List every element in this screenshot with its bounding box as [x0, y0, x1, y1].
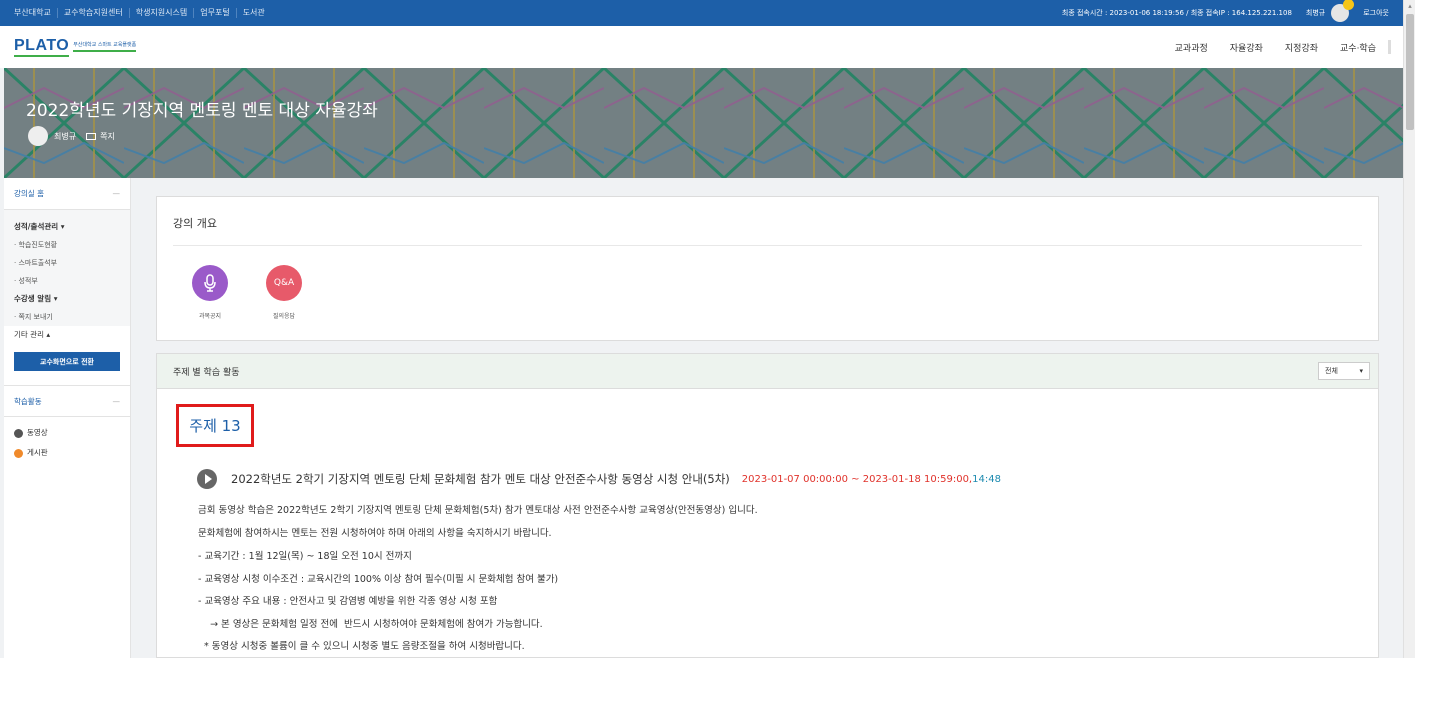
nav-menu-toggle[interactable]	[1388, 40, 1391, 54]
sidebar-group-etc[interactable]: 기타 관리 ▴	[4, 326, 130, 344]
sidebar-item-send-message[interactable]: · 쪽지 보내기	[4, 308, 130, 326]
nav-curriculum[interactable]: 교과과정	[1175, 41, 1208, 54]
description-line: * 동영상 시청중 볼륨이 클 수 있으니 시청중 별도 음량조절을 하여 시청…	[204, 641, 525, 652]
video-activity[interactable]: 2022학년도 2학기 기장지역 멘토링 단체 문화체험 참가 멘토 대상 안전…	[197, 469, 1001, 489]
activity-period: 2023-01-07 00:00:00 ~ 2023-01-18 10:59:0…	[741, 473, 973, 485]
sidebar-item-gradebook[interactable]: · 성적부	[4, 272, 130, 290]
activity-video[interactable]: 동영상	[4, 423, 130, 443]
divider	[173, 245, 1362, 246]
message-link[interactable]: 쪽지	[86, 131, 115, 142]
logo-mark: PLATO	[14, 37, 70, 57]
weekly-title: 주제 별 학습 활동	[173, 367, 240, 378]
nav-assigned-courses[interactable]: 지정강좌	[1285, 41, 1318, 54]
weekly-header: 주제 별 학습 활동 전체 ▾	[157, 354, 1378, 389]
chevron-down-icon: ▾	[1359, 367, 1363, 375]
notice-board-link[interactable]: 과목공지	[180, 265, 240, 320]
activity-board[interactable]: 게시판	[4, 443, 130, 463]
activity-duration: 14:48	[972, 473, 1001, 485]
description-line: - 교육기간 : 1월 12일(목) ~ 18일 오전 10시 전까지	[198, 551, 412, 562]
sidebar-item-attendance[interactable]: · 스마트출석부	[4, 254, 130, 272]
user-name[interactable]: 최병규	[1306, 8, 1325, 18]
play-icon	[197, 469, 217, 489]
filter-value: 전체	[1325, 367, 1338, 375]
scrollbar-thumb[interactable]	[1406, 14, 1414, 130]
sidebar-activities-label: 학습활동	[14, 396, 42, 406]
avatar[interactable]	[1331, 0, 1355, 22]
sidebar-home[interactable]: 강의실 홈 —	[4, 178, 130, 210]
vertical-scrollbar[interactable]: ▴	[1403, 0, 1415, 658]
instructor-name[interactable]: 최병규	[54, 131, 76, 142]
board-icon	[14, 448, 23, 458]
last-login-info: 최종 접속시간 : 2023-01-06 18:19:56 / 최종 접속IP …	[1061, 9, 1292, 17]
video-icon	[14, 428, 23, 438]
qna-icon: Q&A	[266, 265, 302, 301]
overview-title: 강의 개요	[173, 217, 217, 230]
description-line: 금회 동영상 학습은 2022학년도 2학기 기장지역 멘토링 단체 문화체험(…	[198, 505, 758, 516]
logo-subtitle: 부산대학교 스마트 교육플랫폼	[73, 42, 137, 52]
course-title: 2022학년도 기장지역 멘토링 멘토 대상 자율강좌	[26, 101, 378, 121]
course-sidebar: 강의실 홈 — 성적/출석관리 ▾ · 학습진도현황 · 스마트출석부 · 성적…	[4, 178, 131, 658]
description-line: → 본 영상은 문화체험 일정 전에 반드시 시청하여야 문화체험에 참여가 가…	[198, 619, 543, 630]
nav-open-courses[interactable]: 자율강좌	[1230, 41, 1263, 54]
main-nav: PLATO 부산대학교 스마트 교육플랫폼 교과과정 자율강좌 지정강좌 교수·…	[0, 26, 1403, 68]
utility-bar: 부산대학교 교수학습지원센터 학생지원시스템 업무포털 도서관 최종 접속시간 …	[0, 0, 1403, 26]
topic-heading[interactable]: 주제 13	[176, 404, 254, 447]
description-line: - 교육영상 주요 내용 : 안전사고 및 감염병 예방을 위한 각종 영상 시…	[198, 596, 498, 607]
instructor-avatar	[28, 126, 48, 146]
link-pnu[interactable]: 부산대학교	[8, 8, 58, 18]
sidebar-home-label: 강의실 홈	[14, 189, 44, 198]
link-ctl[interactable]: 교수학습지원센터	[58, 8, 130, 18]
utility-links: 부산대학교 교수학습지원센터 학생지원시스템 업무포털 도서관	[0, 8, 271, 18]
envelope-icon	[86, 132, 97, 140]
nav-teaching-learning[interactable]: 교수·학습	[1340, 41, 1376, 54]
activity-video-label: 동영상	[27, 428, 48, 437]
description-line: - 교육영상 시청 이수조건 : 교육시간의 100% 이상 참여 필수(미필 …	[198, 574, 559, 585]
scroll-up-icon[interactable]: ▴	[1404, 0, 1416, 12]
link-portal[interactable]: 업무포털	[194, 8, 237, 18]
collapse-icon[interactable]: —	[113, 189, 121, 198]
link-library[interactable]: 도서관	[237, 8, 271, 18]
collapse-icon[interactable]: —	[113, 397, 121, 406]
logout-link[interactable]: 로그아웃	[1363, 8, 1389, 18]
notification-badge	[1343, 0, 1355, 10]
microphone-icon	[192, 265, 228, 301]
topic-filter-select[interactable]: 전체 ▾	[1318, 362, 1370, 380]
description-line: 문화체험에 참여하시는 멘토는 전원 시청하여야 하며 아래의 사항을 숙지하시…	[198, 528, 552, 539]
notice-label: 과목공지	[198, 313, 222, 320]
sidebar-activities-head[interactable]: 학습활동 —	[4, 385, 130, 417]
link-student-system[interactable]: 학생지원시스템	[130, 8, 195, 18]
course-overview: 강의 개요 과목공지 Q&A 질의응답	[156, 196, 1379, 341]
plato-logo[interactable]: PLATO 부산대학교 스마트 교육플랫폼	[14, 37, 137, 57]
instructor-info: 최병규 쪽지	[28, 126, 115, 146]
activity-title[interactable]: 2022학년도 2학기 기장지역 멘토링 단체 문화체험 참가 멘토 대상 안전…	[231, 471, 730, 487]
qna-link[interactable]: Q&A 질의응답	[254, 265, 314, 320]
sidebar-group-notify[interactable]: 수강생 알림 ▾	[4, 290, 130, 308]
spacer	[4, 210, 130, 218]
sidebar-item-progress[interactable]: · 학습진도현황	[4, 236, 130, 254]
sidebar-group-grades[interactable]: 성적/출석관리 ▾	[4, 218, 130, 236]
nav-menu: 교과과정 자율강좌 지정강좌 교수·학습	[1153, 40, 1391, 54]
user-area: 최종 접속시간 : 2023-01-06 18:19:56 / 최종 접속IP …	[1061, 0, 1403, 22]
switch-to-instructor-button[interactable]: 교수화면으로 전환	[14, 352, 120, 371]
activity-board-label: 게시판	[27, 448, 48, 457]
weekly-activities: 주제 별 학습 활동 전체 ▾ 주제 13 2022학년도 2학기 기장지역 멘…	[156, 353, 1379, 658]
message-label: 쪽지	[100, 131, 115, 141]
browser-viewport: 부산대학교 교수학습지원센터 학생지원시스템 업무포털 도서관 최종 접속시간 …	[0, 0, 1403, 658]
course-banner: 2022학년도 기장지역 멘토링 멘토 대상 자율강좌 최병규 쪽지	[4, 68, 1403, 178]
banner-pattern	[4, 68, 1403, 178]
qna-label: 질의응답	[272, 313, 296, 320]
